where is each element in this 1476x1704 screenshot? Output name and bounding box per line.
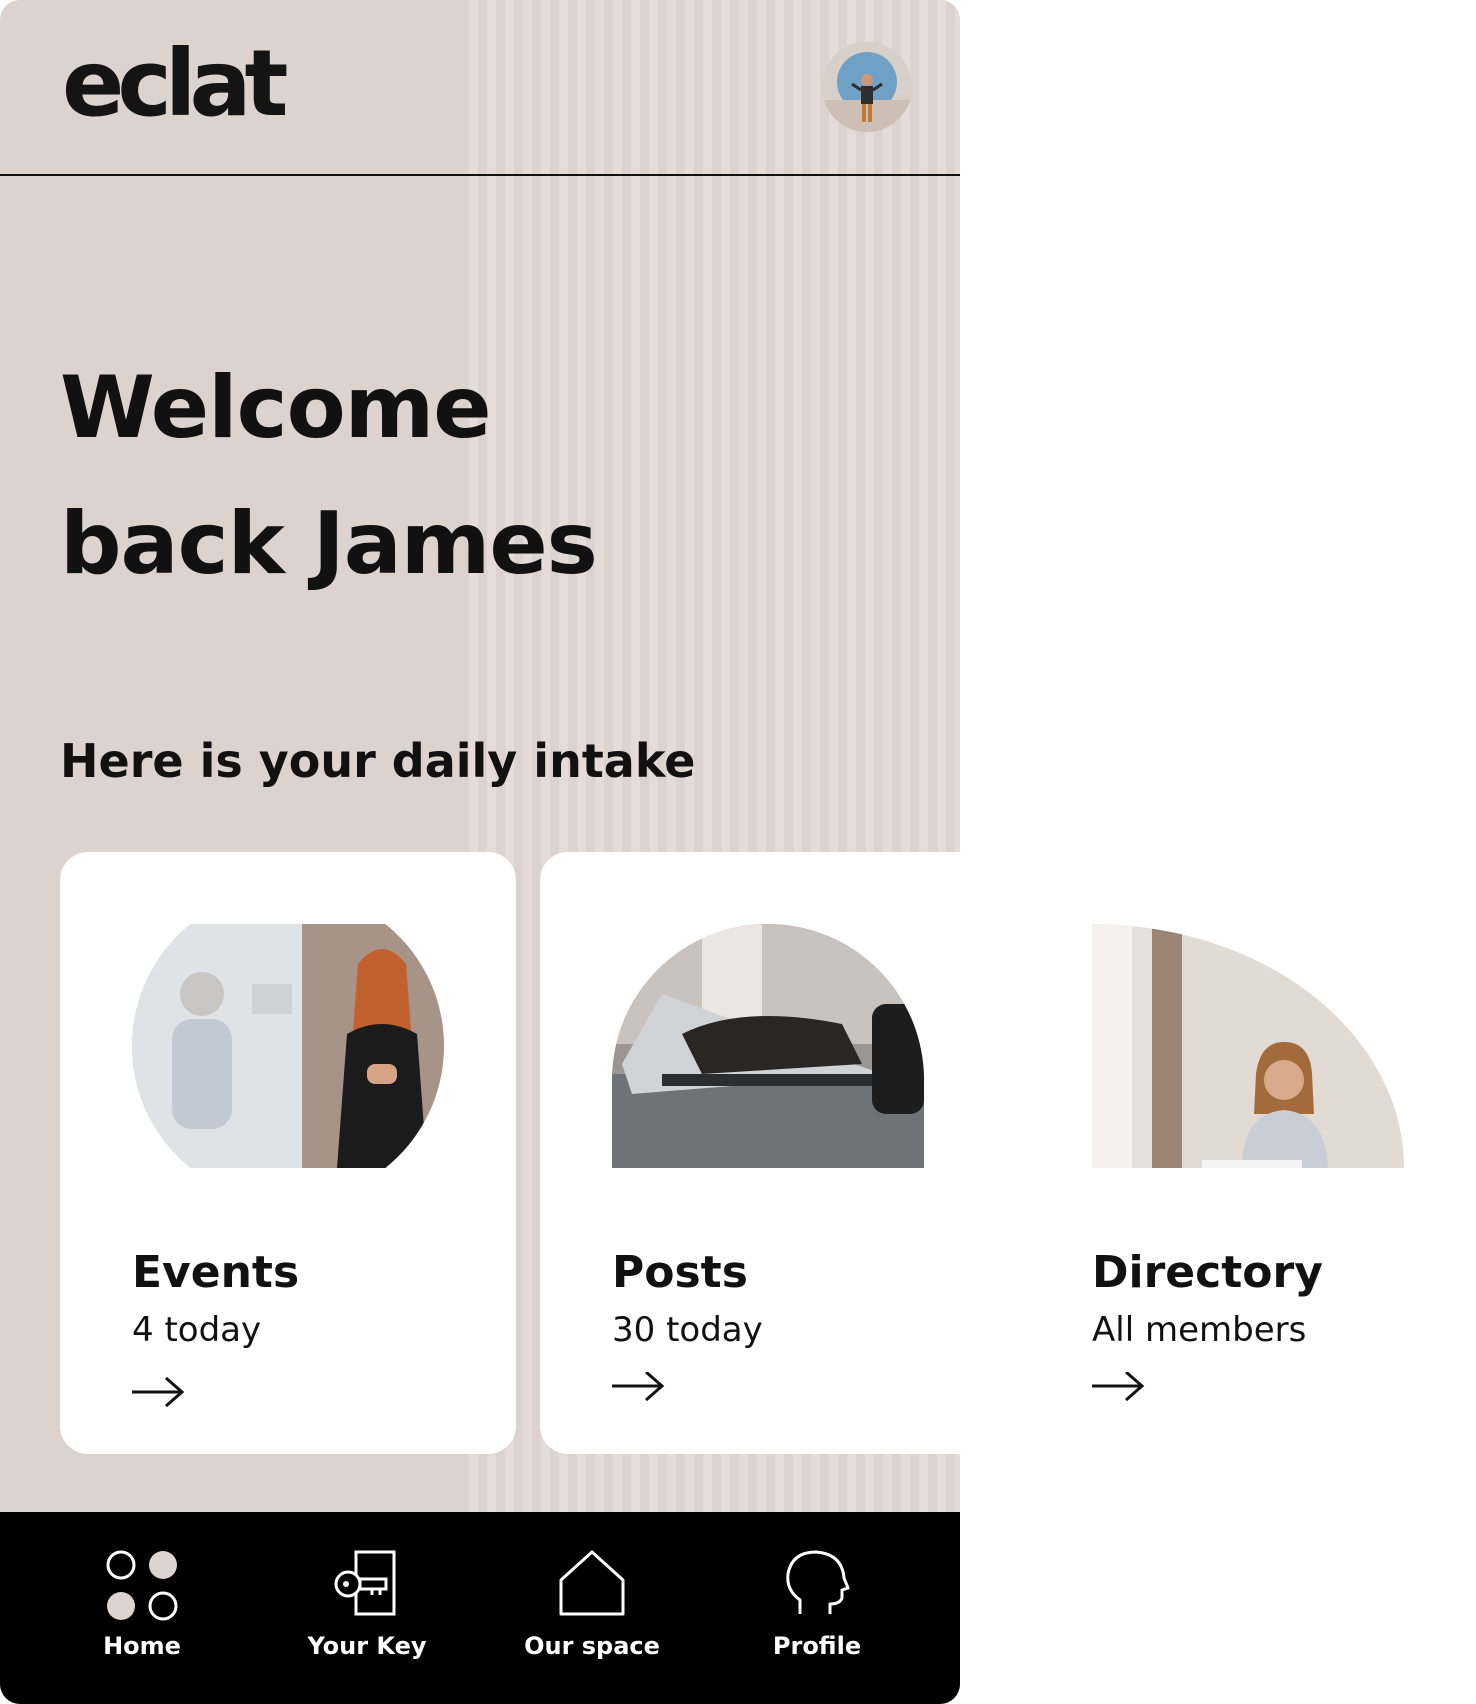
bottom-nav: Home Your Key Our space Profile [0,1512,960,1704]
directory-title: Directory [1092,1247,1323,1298]
house-icon [559,1550,625,1616]
user-avatar[interactable] [822,42,912,132]
welcome-headline: Welcome back James [60,340,598,612]
nav-your-key-label: Your Key [307,1632,427,1660]
posts-count: 30 today [612,1310,763,1350]
arrow-right-icon[interactable] [610,1372,666,1412]
card-posts[interactable]: Posts 30 today [540,852,960,1454]
key-door-icon [334,1550,396,1616]
card-directory[interactable]: Directory All members [1020,852,1476,1454]
nav-home-label: Home [103,1632,181,1660]
nav-your-key[interactable]: Your Key [282,1512,452,1704]
events-count: 4 today [132,1310,262,1350]
nav-our-space[interactable]: Our space [507,1512,677,1704]
directory-subtitle: All members [1092,1310,1307,1350]
events-image [132,924,444,1168]
eclat-logo[interactable]: eclat [62,38,289,130]
nav-home[interactable]: Home [57,1512,227,1704]
arrow-right-icon[interactable] [130,1372,186,1412]
card-events[interactable]: Events 4 today [60,852,516,1454]
top-bar: eclat [0,0,960,176]
nav-our-space-label: Our space [524,1632,660,1660]
welcome-line-1: Welcome [60,358,492,458]
home-dots-icon [106,1550,178,1621]
posts-title: Posts [612,1247,748,1298]
app-screen: eclat Welcome back James Here is your da… [0,0,960,1704]
section-title: Here is your daily intake [60,734,696,788]
directory-image [1092,924,1404,1168]
avatar-photo [822,42,912,132]
posts-image [612,924,924,1168]
head-profile-icon [786,1550,850,1614]
arrow-right-icon[interactable] [1090,1372,1146,1412]
events-title: Events [132,1247,300,1298]
nav-profile[interactable]: Profile [732,1512,902,1704]
nav-profile-label: Profile [772,1632,862,1660]
welcome-line-2: back James [60,494,598,594]
